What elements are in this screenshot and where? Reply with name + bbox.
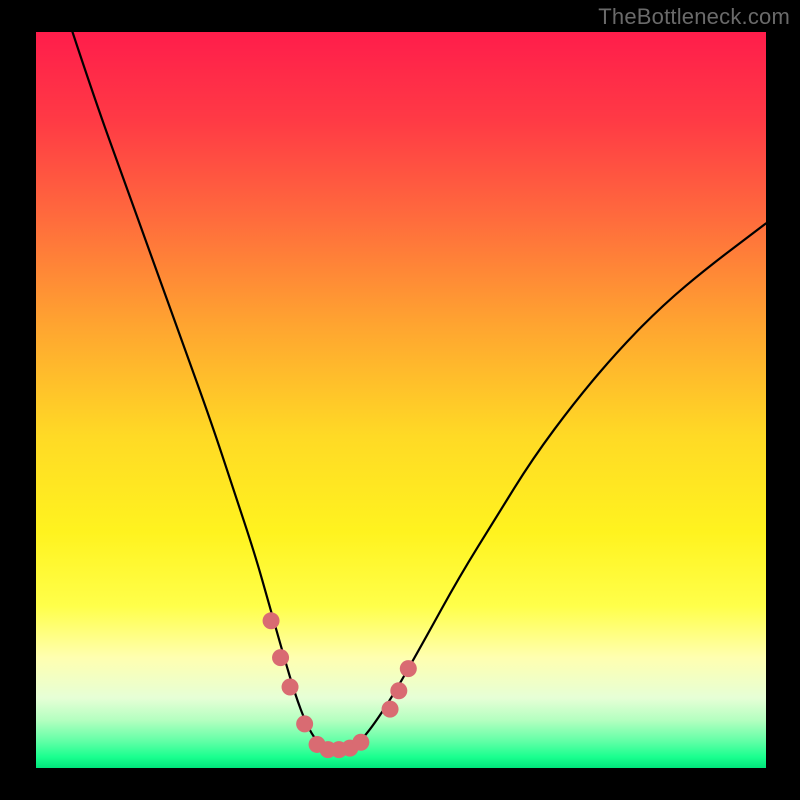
- chart-canvas: TheBottleneck.com: [0, 0, 800, 800]
- data-marker: [382, 701, 399, 718]
- plot-area: [36, 32, 766, 768]
- data-marker: [282, 679, 299, 696]
- data-marker: [272, 649, 289, 666]
- watermark-text: TheBottleneck.com: [598, 4, 790, 30]
- data-marker: [263, 612, 280, 629]
- data-marker: [352, 734, 369, 751]
- data-marker: [296, 715, 313, 732]
- data-marker: [400, 660, 417, 677]
- marker-layer: [36, 32, 766, 768]
- data-marker: [390, 682, 407, 699]
